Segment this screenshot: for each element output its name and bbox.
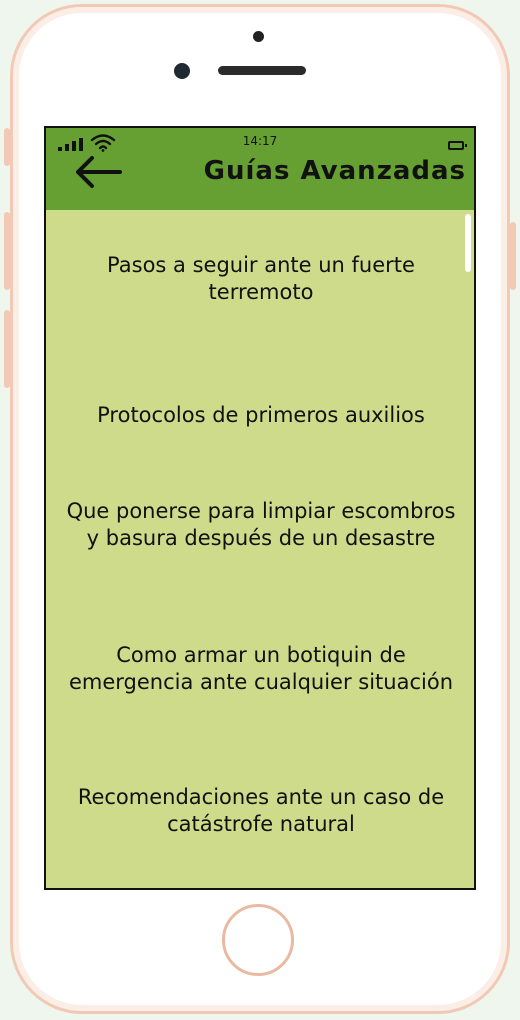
volume-down-button xyxy=(4,310,10,388)
status-time: 14:17 xyxy=(242,134,278,148)
scrollbar[interactable] xyxy=(465,214,471,272)
power-button xyxy=(510,222,516,290)
app-screen: 14:17 Guías Avanzadas Pasos a seguir ant… xyxy=(44,126,476,890)
front-camera xyxy=(174,63,190,79)
earpiece-speaker xyxy=(218,66,306,75)
mute-switch xyxy=(4,128,10,166)
battery-icon xyxy=(448,141,467,150)
page-title: Guías Avanzadas xyxy=(203,156,466,186)
header-bar: 14:17 Guías Avanzadas xyxy=(46,128,474,210)
guide-item-first-aid-kit[interactable]: Como armar un botiquin de emergencia ant… xyxy=(66,642,456,696)
front-sensor xyxy=(253,31,264,42)
status-bar: 14:17 xyxy=(46,128,474,152)
guide-item-first-aid[interactable]: Protocolos de primeros auxilios xyxy=(66,402,456,429)
volume-up-button xyxy=(4,212,10,290)
arrow-left-icon xyxy=(76,156,122,188)
guide-item-natural-disaster[interactable]: Recomendaciones ante un caso de catástro… xyxy=(66,784,456,838)
guide-item-earthquake[interactable]: Pasos a seguir ante un fuerte terremoto xyxy=(66,252,456,306)
home-button[interactable] xyxy=(222,904,294,976)
guide-item-cleanup-gear[interactable]: Que ponerse para limpiar escombros y bas… xyxy=(66,498,456,552)
back-button[interactable] xyxy=(70,152,126,192)
